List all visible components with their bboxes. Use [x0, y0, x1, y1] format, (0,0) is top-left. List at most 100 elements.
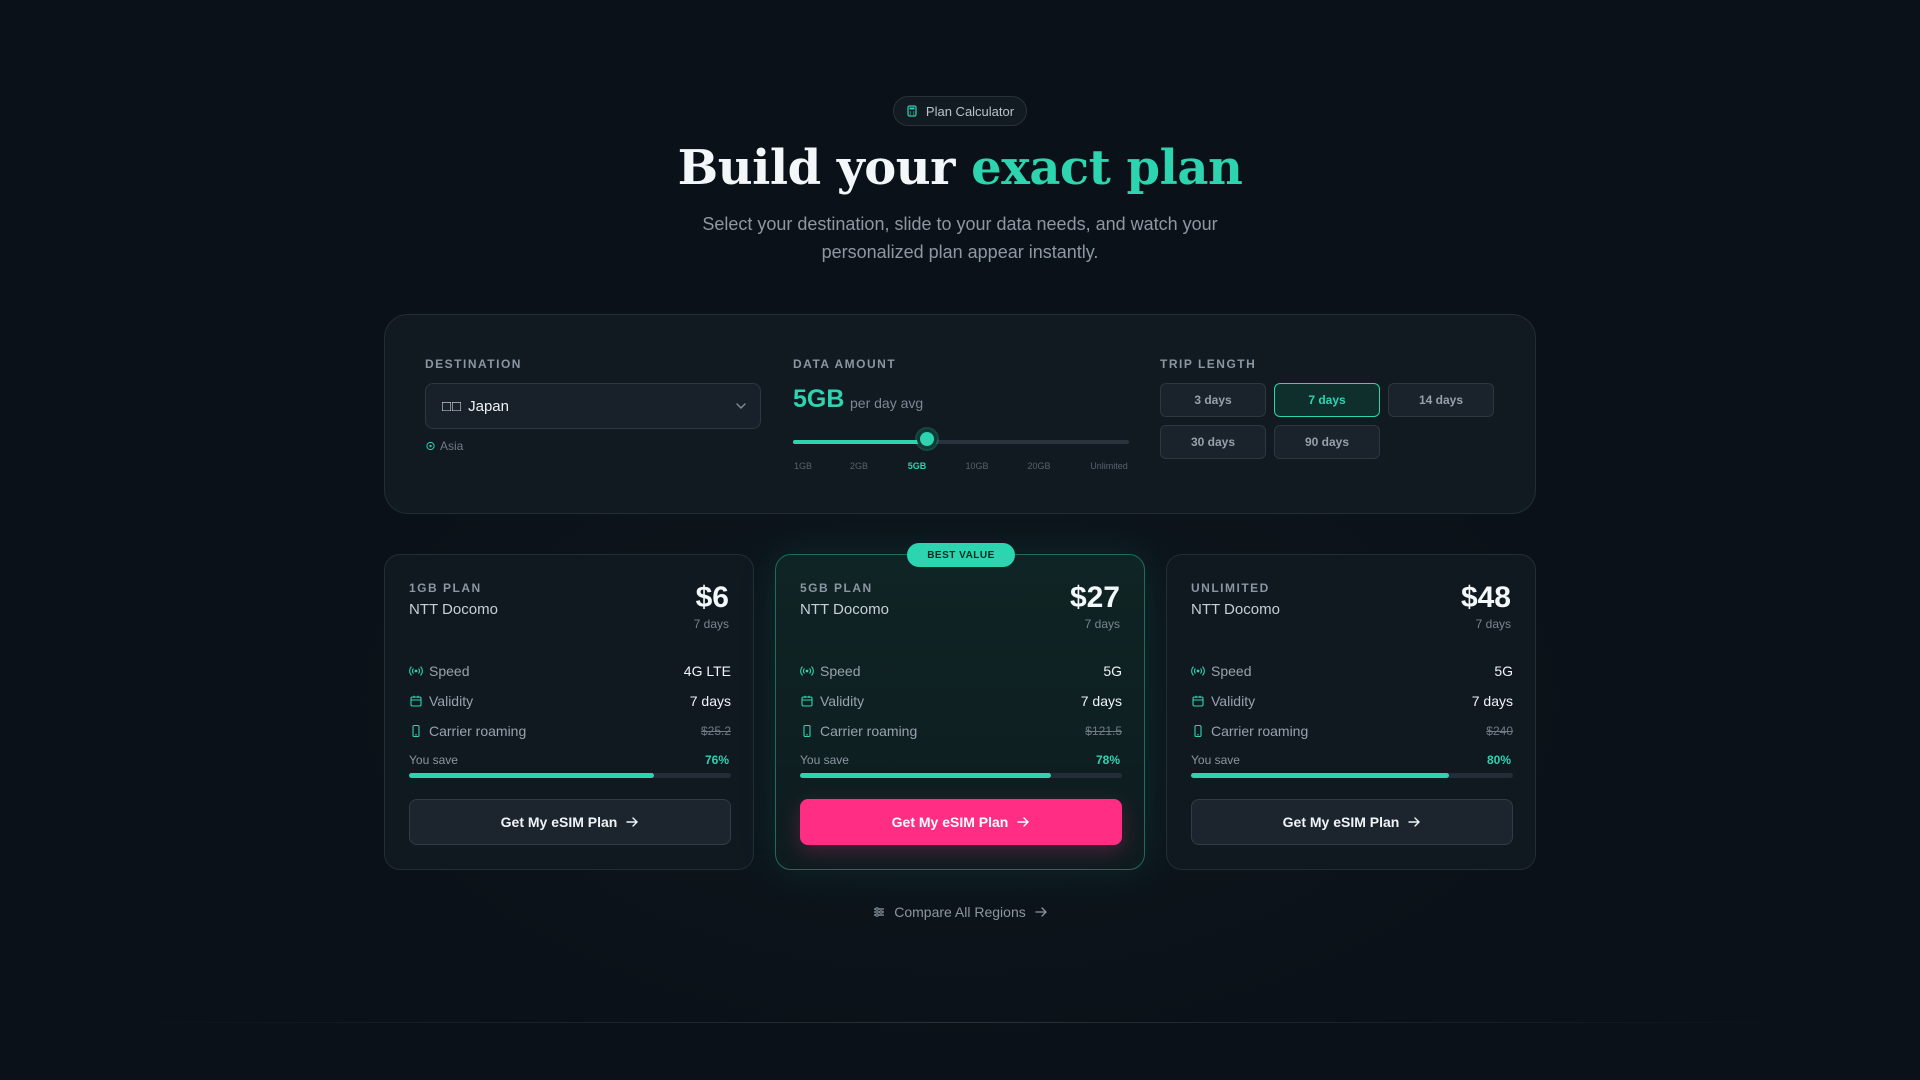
roaming-row: Carrier roaming $25.2 — [409, 721, 731, 741]
destination-label: DESTINATION — [425, 357, 522, 371]
validity-label: Validity — [429, 693, 474, 709]
validity-value: 7 days — [689, 693, 731, 709]
savings-percent: 76% — [704, 753, 729, 767]
speed-row: Speed 4G LTE — [409, 661, 731, 681]
roaming-price: $121.5 — [1085, 724, 1122, 738]
savings-label: You save — [409, 753, 458, 767]
phone-icon — [412, 724, 420, 738]
destination-region: Asia — [425, 439, 463, 453]
savings-bar — [409, 773, 731, 778]
footer-divider — [120, 1022, 1800, 1023]
speed-value: 5G — [1103, 663, 1122, 679]
plan-carrier: NTT Docomo — [1191, 601, 1280, 618]
phone-icon — [803, 724, 811, 738]
validity-label: Validity — [820, 693, 865, 709]
speed-label: Speed — [1211, 663, 1252, 679]
badge-label: Plan Calculator — [925, 103, 1015, 119]
trip-length-option[interactable]: 3 days — [1160, 383, 1266, 417]
arrow-right-icon — [1017, 817, 1030, 827]
data-amount-value: 5GB — [793, 385, 845, 413]
get-esim-plan-button[interactable]: Get My eSIM Plan — [409, 799, 731, 845]
plan-duration: 7 days — [1084, 617, 1120, 631]
roaming-label: Carrier roaming — [1211, 723, 1309, 739]
slider-tick-label: 10GB — [965, 461, 989, 471]
page: Plan Calculator Build your exact plan Se… — [0, 0, 1920, 1080]
phone-icon — [1194, 724, 1202, 738]
compare-label: Compare All Regions — [894, 904, 1026, 920]
destination-value: Japan — [468, 397, 509, 415]
cta-label: Get My eSIM Plan — [1282, 814, 1400, 830]
plan-card: 1GB PLAN NTT Docomo $6 7 days Speed 4G LTE Val… — [384, 554, 754, 870]
trip-length-option[interactable]: 90 days — [1274, 425, 1380, 459]
plan-price: $27 — [1069, 581, 1120, 614]
roaming-row: Carrier roaming $240 — [1191, 721, 1513, 741]
speed-label: Speed — [429, 663, 470, 679]
data-slider-ticks: 1GB 2GB 5GB 10GB 20GB Unlimited — [793, 461, 1129, 475]
roaming-label: Carrier roaming — [820, 723, 918, 739]
plan-price: $6 — [695, 581, 729, 614]
trip-length-option[interactable]: 14 days — [1388, 383, 1494, 417]
arrow-right-icon — [626, 817, 639, 827]
roaming-price: $240 — [1486, 724, 1513, 738]
destination-select[interactable]: □□ Japan — [425, 383, 761, 429]
calendar-icon — [1192, 695, 1204, 707]
data-amount-label: DATA AMOUNT — [793, 357, 897, 371]
trip-length-option[interactable]: 30 days — [1160, 425, 1266, 459]
plan-name: UNLIMITED — [1191, 581, 1270, 595]
location-pin-icon — [426, 441, 435, 450]
data-slider-thumb[interactable] — [917, 429, 937, 449]
page-title: Build your exact plan — [0, 140, 1920, 196]
plan-name: 5GB PLAN — [800, 581, 873, 595]
savings-bar-fill — [800, 773, 1051, 778]
plan-card: UNLIMITED NTT Docomo $48 7 days Speed 5G Valid… — [1166, 554, 1536, 870]
savings-label: You save — [1191, 753, 1240, 767]
chevron-down-icon — [736, 403, 746, 410]
plan-calculator-badge: Plan Calculator — [893, 96, 1027, 126]
data-slider-fill — [793, 440, 927, 444]
best-value-badge: BEST VALUE — [907, 543, 1015, 567]
cta-label: Get My eSIM Plan — [891, 814, 1009, 830]
compare-regions-link[interactable]: Compare All Regions — [860, 900, 1060, 924]
savings-bar — [1191, 773, 1513, 778]
trip-length-label: TRIP LENGTH — [1160, 357, 1257, 371]
speed-row: Speed 5G — [800, 661, 1122, 681]
calendar-icon — [801, 695, 813, 707]
slider-tick-label: 5GB — [907, 461, 927, 471]
get-esim-plan-button[interactable]: Get My eSIM Plan — [800, 799, 1122, 845]
savings-bar-fill — [1191, 773, 1449, 778]
signal-icon — [409, 666, 423, 676]
slider-tick-label: Unlimited — [1090, 461, 1128, 471]
validity-row: Validity 7 days — [409, 691, 731, 711]
page-subtitle: Select your destination, slide to your d… — [702, 214, 1218, 262]
slider-tick-label: 20GB — [1027, 461, 1051, 471]
roaming-price: $25.2 — [700, 724, 731, 738]
savings-bar-fill — [409, 773, 654, 778]
arrow-right-icon — [1408, 817, 1421, 827]
plan-card: BEST VALUE 5GB PLAN NTT Docomo $27 7 days Spe… — [775, 543, 1145, 870]
savings-label: You save — [800, 753, 849, 767]
plan-config-panel: DESTINATION □□ Japan Asia DATA AMOUNT 5G… — [384, 314, 1536, 514]
speed-value: 4G LTE — [683, 663, 731, 679]
arrow-right-icon — [1035, 907, 1047, 917]
validity-row: Validity 7 days — [800, 691, 1122, 711]
validity-value: 7 days — [1471, 693, 1513, 709]
title-lead: Build your — [677, 140, 972, 196]
plan-name: 1GB PLAN — [409, 581, 482, 595]
plan-carrier: NTT Docomo — [800, 601, 889, 618]
trip-length-option[interactable]: 7 days — [1274, 383, 1380, 417]
roaming-label: Carrier roaming — [429, 723, 527, 739]
region-label: Asia — [440, 439, 464, 453]
get-esim-plan-button[interactable]: Get My eSIM Plan — [1191, 799, 1513, 845]
sliders-icon — [874, 907, 885, 917]
validity-label: Validity — [1211, 693, 1256, 709]
speed-label: Speed — [820, 663, 861, 679]
calculator-icon — [907, 105, 917, 117]
validity-row: Validity 7 days — [1191, 691, 1513, 711]
title-accent: exact plan — [971, 140, 1243, 196]
signal-icon — [800, 666, 814, 676]
signal-icon — [1191, 666, 1205, 676]
plan-carrier: NTT Docomo — [409, 601, 498, 618]
savings-percent: 80% — [1486, 753, 1511, 767]
savings-bar — [800, 773, 1122, 778]
data-slider-track[interactable] — [793, 440, 1129, 444]
